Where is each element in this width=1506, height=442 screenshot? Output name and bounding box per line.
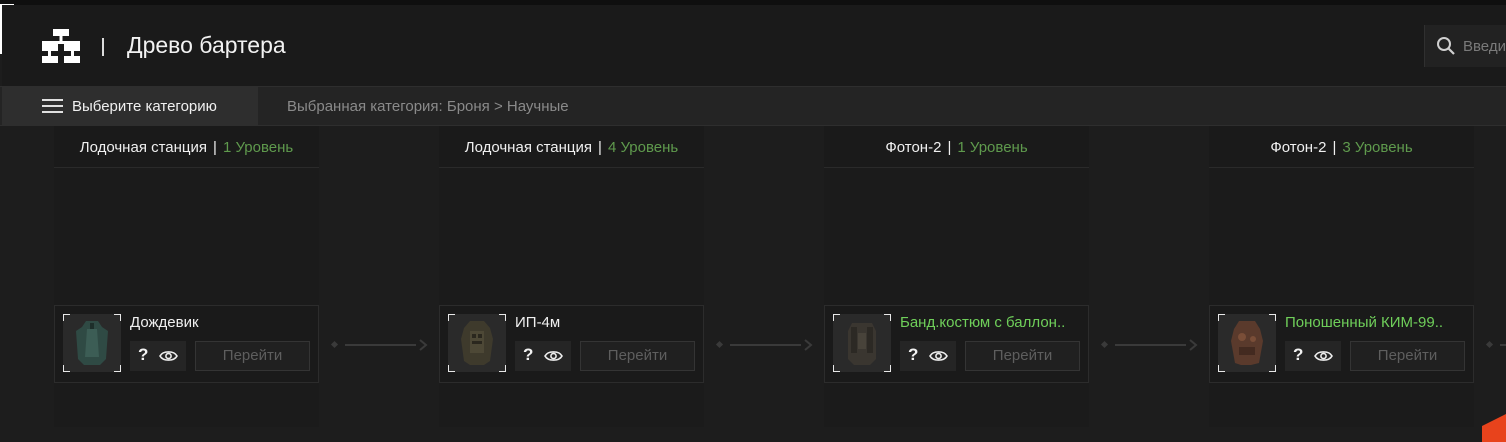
search-box[interactable]	[1424, 25, 1506, 67]
item-name: Банд.костюм с баллон..	[900, 314, 1066, 331]
armor-suit-icon	[461, 321, 493, 365]
eye-icon[interactable]	[1314, 349, 1333, 363]
connector-arrow	[1100, 339, 1198, 351]
help-button[interactable]: ?	[908, 345, 918, 365]
page-header: Древо бартера	[2, 5, 1506, 86]
location-level: 4 Уровень	[607, 139, 679, 156]
column-header: Лодочная станция | 4 Уровень	[439, 126, 704, 168]
tree-column: Лодочная станция | 1 Уровень Дождевик ? Пе…	[54, 126, 319, 427]
goto-button[interactable]: Перейти	[965, 341, 1080, 371]
eye-icon[interactable]	[159, 349, 178, 363]
item-actions: ?	[1285, 341, 1341, 371]
eye-icon[interactable]	[929, 349, 948, 363]
scroll-indicator-icon	[1482, 414, 1506, 442]
category-bar: Выберите категорию Выбранная категория: …	[0, 86, 1506, 126]
help-button[interactable]: ?	[138, 345, 148, 365]
item-actions: ?	[900, 341, 956, 371]
bandit-suit-icon	[848, 323, 876, 365]
location-name: Фотон-2	[1270, 139, 1327, 156]
tree-column: Лодочная станция | 4 Уровень ИП-4м ? Перей…	[439, 126, 704, 427]
page-title: Древо бартера	[127, 32, 286, 58]
item-thumbnail[interactable]	[448, 314, 506, 372]
tree-column: Фотон-2 | 1 Уровень Банд.костюм с баллон..…	[824, 126, 1089, 427]
header-divider: |	[213, 139, 217, 156]
search-input[interactable]	[1463, 35, 1506, 57]
select-category-button[interactable]: Выберите категорию	[2, 87, 258, 125]
help-button[interactable]: ?	[1293, 345, 1303, 365]
raincoat-icon	[76, 321, 108, 365]
location-level: 3 Уровень	[1342, 139, 1413, 156]
column-header: Лодочная станция | 1 Уровень	[54, 126, 319, 168]
help-button[interactable]: ?	[523, 345, 533, 365]
item-card[interactable]: Поношенный КИМ-99.. ? Перейти	[1209, 305, 1474, 383]
item-thumbnail[interactable]	[63, 314, 121, 372]
tree-diagram-icon	[42, 29, 80, 63]
worn-suit-icon	[1231, 321, 1263, 365]
location-name: Фотон-2	[885, 139, 942, 156]
connector-arrow	[330, 339, 428, 351]
connector-arrow	[715, 339, 813, 351]
item-actions: ?	[515, 341, 571, 371]
location-name: Лодочная станция	[79, 139, 208, 156]
header-divider: |	[598, 139, 602, 156]
column-header: Фотон-2 | 3 Уровень	[1209, 126, 1474, 168]
item-card[interactable]: Дождевик ? Перейти	[54, 305, 319, 383]
title-separator	[102, 38, 104, 56]
goto-button[interactable]: Перейти	[1350, 341, 1465, 371]
location-level: 1 Уровень	[222, 139, 294, 156]
location-level: 1 Уровень	[957, 139, 1028, 156]
item-actions: ?	[130, 341, 186, 371]
item-name: Дождевик	[130, 314, 199, 331]
tree-column: Фотон-2 | 3 Уровень Поношенный КИМ-99.. ? …	[1209, 126, 1474, 427]
goto-button[interactable]: Перейти	[580, 341, 695, 371]
header-divider: |	[1332, 139, 1337, 156]
item-card[interactable]: ИП-4м ? Перейти	[439, 305, 704, 383]
item-name: ИП-4м	[515, 314, 561, 331]
goto-button[interactable]: Перейти	[195, 341, 310, 371]
select-category-label: Выберите категорию	[72, 98, 217, 115]
item-name: Поношенный КИМ-99..	[1285, 314, 1444, 331]
eye-icon[interactable]	[544, 349, 563, 363]
location-name: Лодочная станция	[464, 139, 593, 156]
menu-icon	[42, 99, 63, 113]
breadcrumb: Выбранная категория: Броня > Научные	[287, 98, 569, 115]
item-thumbnail[interactable]	[833, 314, 891, 372]
item-thumbnail[interactable]	[1218, 314, 1276, 372]
header-divider: |	[947, 139, 952, 156]
column-header: Фотон-2 | 1 Уровень	[824, 126, 1089, 168]
connector-arrow	[1485, 340, 1506, 349]
item-card[interactable]: Банд.костюм с баллон.. ? Перейти	[824, 305, 1089, 383]
search-icon	[1437, 37, 1455, 55]
